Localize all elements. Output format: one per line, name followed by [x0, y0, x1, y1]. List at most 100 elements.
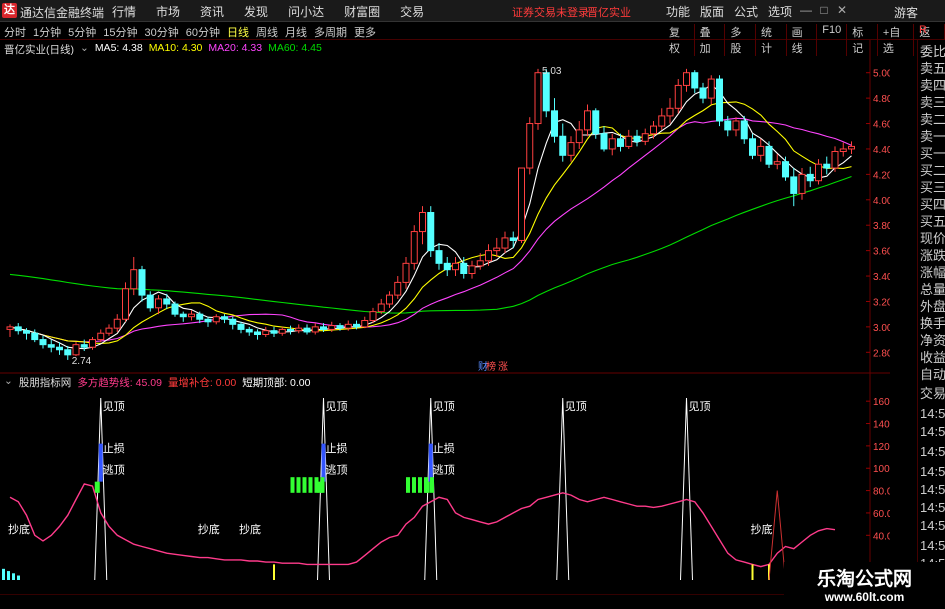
side-panel-item[interactable]: 净资: [920, 333, 945, 349]
app-logo-icon[interactable]: 达: [2, 3, 17, 18]
menu-options[interactable]: 选项: [768, 3, 792, 20]
menu-wealth[interactable]: 财富圈: [344, 3, 380, 20]
tab-timeshare[interactable]: 分时: [4, 24, 26, 40]
menu-formula[interactable]: 公式: [734, 3, 758, 20]
side-panel-item[interactable]: 交易: [920, 386, 945, 402]
side-panel-item[interactable]: 卖四: [920, 78, 945, 94]
ma5-label: MA5: 4.38: [94, 42, 143, 54]
right-badge[interactable]: R: [919, 24, 927, 36]
side-panel-item[interactable]: 14:56: [920, 464, 945, 480]
side-panel-item[interactable]: 自动: [920, 367, 945, 383]
candle-body: [526, 123, 534, 169]
guest-button[interactable]: 游客: [894, 4, 918, 21]
tab-monthly[interactable]: 月线: [285, 24, 307, 40]
side-panel-item[interactable]: 14:56: [920, 406, 945, 422]
candle-body: [584, 110, 591, 131]
chart-area[interactable]: 5.00 4.80 4.60 4.40 4.20 4.00 3.80 3.60 3.40 3.20…: [0, 40, 890, 595]
side-panel-item[interactable]: 卖三: [920, 95, 945, 111]
side-panel-item[interactable]: 买四: [920, 197, 945, 213]
signal-stop-label: 止损: [433, 441, 455, 455]
ma10-label: MA10: 4.30: [148, 42, 203, 54]
price-tick-label: 5.00: [873, 69, 890, 80]
side-panel-item[interactable]: 卖一: [920, 129, 945, 145]
tab-15min[interactable]: 15分钟: [103, 24, 137, 40]
indicator-tick-label: 80.00: [873, 487, 890, 498]
candle-body: [386, 294, 393, 305]
period-tabs: 分时 1分钟 5分钟 15分钟 30分钟 60分钟 日线 周线 月线 多周期 更…: [4, 24, 383, 40]
side-panel-item[interactable]: 买二: [920, 163, 945, 179]
tab-daily[interactable]: 日线: [227, 24, 249, 40]
side-panel-item[interactable]: 14:56: [920, 518, 945, 534]
maximize-icon[interactable]: □: [815, 3, 833, 17]
side-panel-item[interactable]: 14:56: [920, 424, 945, 440]
candle-body: [823, 163, 831, 169]
side-panel-item[interactable]: 14:56: [920, 482, 945, 498]
login-status[interactable]: 证券交易未登录: [512, 4, 589, 20]
minimize-icon[interactable]: —: [797, 3, 815, 17]
price-tick-label: 3.40: [873, 272, 890, 283]
chevron-down-icon[interactable]: ⌄: [80, 42, 89, 57]
candle-body: [740, 120, 748, 140]
side-panel-item[interactable]: 卖五: [920, 61, 945, 77]
tab-1min[interactable]: 1分钟: [33, 24, 61, 40]
side-panel-item[interactable]: 涨跌: [920, 248, 945, 264]
candle-body: [773, 161, 781, 165]
menu-ask[interactable]: 问小达: [288, 3, 324, 20]
side-panel-item[interactable]: 14:56: [920, 500, 945, 516]
close-icon[interactable]: ✕: [833, 3, 851, 17]
side-panel-item[interactable]: 收益: [920, 350, 945, 366]
cyan-bar: [2, 568, 5, 580]
menu-discover[interactable]: 发现: [244, 3, 268, 20]
side-panel-item[interactable]: 买三: [920, 180, 945, 196]
candle-body: [328, 325, 336, 330]
candle-body: [749, 138, 756, 156]
watermark: 乐淘公式网 www.60lt.com: [784, 562, 945, 609]
menu-market[interactable]: 市场: [156, 3, 180, 20]
candle-body: [460, 262, 468, 274]
menu-quotes[interactable]: 行情: [112, 3, 136, 20]
candle-body: [782, 161, 789, 178]
side-panel-item[interactable]: 换手: [920, 316, 945, 332]
side-panel-item[interactable]: 总量: [920, 282, 945, 298]
side-panel-item[interactable]: 现价: [920, 231, 945, 247]
candle-body: [443, 262, 451, 271]
menu-function[interactable]: 功能: [666, 3, 690, 20]
kline-chart[interactable]: 5.00 4.80 4.60 4.40 4.20 4.00 3.80 3.60 3.40 3.20…: [0, 40, 890, 595]
side-panel-item[interactable]: 14:56: [920, 538, 945, 554]
signal-escape-label: 逃顶: [326, 463, 348, 476]
side-panel-item[interactable]: 涨幅: [920, 265, 945, 281]
side-panel-item[interactable]: 买五: [920, 214, 945, 230]
side-panel-item[interactable]: 卖二: [920, 112, 945, 128]
tab-multi-period[interactable]: 多周期: [314, 24, 347, 40]
indicator-name: 股朋指标网: [18, 377, 72, 389]
signal-top-label: 见顶: [326, 400, 348, 413]
candle-body: [278, 328, 286, 334]
signal-top-label: 见顶: [565, 400, 587, 413]
candle-body: [196, 313, 204, 320]
candle-body: [287, 328, 294, 332]
menu-news[interactable]: 资讯: [200, 3, 224, 20]
tab-weekly[interactable]: 周线: [256, 24, 278, 40]
app-title: 通达信金融终端: [20, 6, 105, 20]
candle-body: [790, 176, 798, 194]
candle-body: [171, 303, 179, 315]
signal-bottom-label: 抄底: [239, 522, 261, 536]
side-panel-item[interactable]: 14:56: [920, 444, 945, 460]
candle-body: [188, 313, 195, 318]
side-panel-item[interactable]: 委比: [920, 44, 945, 60]
candle-body: [97, 332, 105, 341]
tab-30min[interactable]: 30分钟: [145, 24, 179, 40]
tab-more[interactable]: 更多: [354, 24, 376, 40]
main-menu: 行情 市场 资讯 发现 问小达 财富圈 交易: [112, 3, 444, 20]
tab-60min[interactable]: 60分钟: [186, 24, 220, 40]
tab-5min[interactable]: 5分钟: [68, 24, 96, 40]
candle-body: [468, 265, 476, 274]
chevron-down-icon[interactable]: ⌄: [4, 375, 13, 390]
side-panel-item[interactable]: 买一: [920, 146, 945, 162]
menu-trade[interactable]: 交易: [400, 3, 424, 20]
stock-name-link[interactable]: 晋亿实业: [587, 4, 631, 20]
menu-layout[interactable]: 版面: [700, 3, 724, 20]
candle-body: [848, 145, 855, 150]
side-panel-item[interactable]: 外盘: [920, 299, 945, 315]
candle-body: [617, 138, 624, 147]
